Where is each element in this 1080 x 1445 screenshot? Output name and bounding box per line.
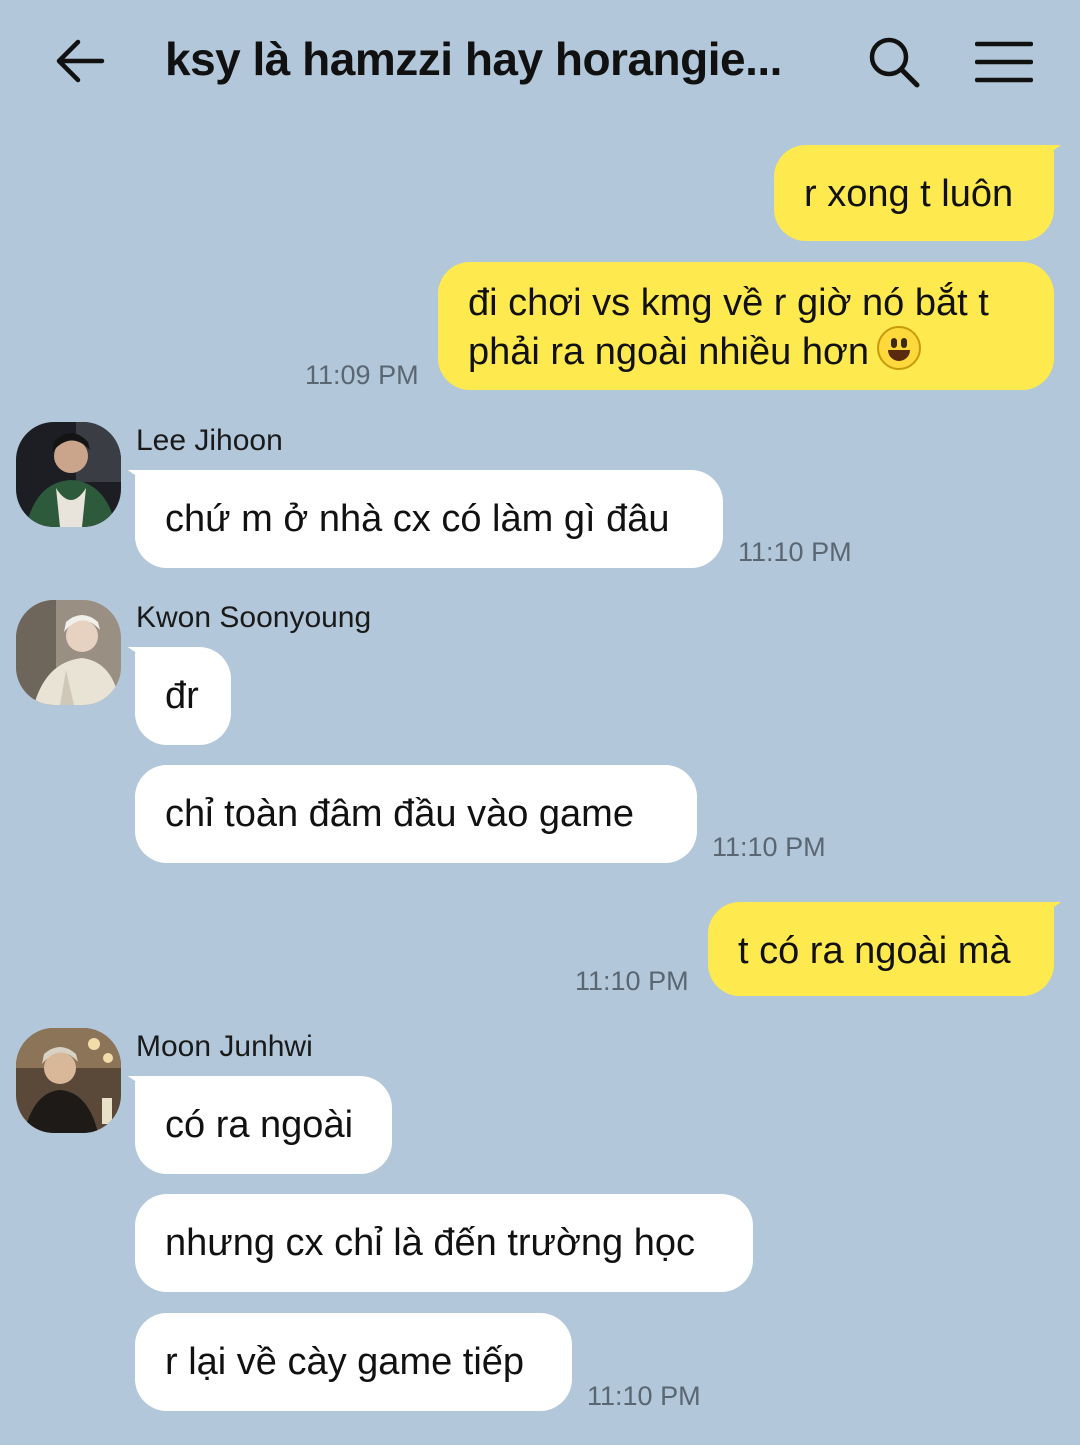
chat-header: ksy là hamzzi hay horangie... — [0, 0, 1080, 125]
message-time: 11:10 PM — [575, 966, 689, 996]
avatar-photo — [16, 1028, 121, 1133]
grinning-face-emoji-icon — [877, 326, 922, 370]
message-bubble-mine[interactable]: đi chơi vs kmg về r giờ nó bắt t phải ra… — [438, 262, 1054, 390]
arrow-left-icon[interactable] — [52, 36, 108, 86]
message-bubble-mine[interactable]: r xong t luôn — [774, 145, 1054, 241]
message-bubble-theirs[interactable]: r lại về cày game tiếp — [135, 1313, 572, 1411]
avatar-lee-jihoon[interactable] — [16, 422, 121, 527]
message-bubble-theirs[interactable]: đr — [135, 647, 231, 745]
emoji-mouth — [888, 350, 911, 361]
message-time: 11:09 PM — [305, 360, 419, 390]
message-time: 11:10 PM — [712, 832, 826, 862]
message-bubble-theirs[interactable]: có ra ngoài — [135, 1076, 392, 1174]
message-time: 11:10 PM — [738, 537, 852, 567]
hamburger-menu-icon[interactable] — [975, 40, 1033, 84]
message-line: phải ra ngoài nhiều hơn — [468, 326, 1024, 375]
message-bubble-theirs[interactable]: chỉ toàn đâm đầu vào game — [135, 765, 697, 863]
avatar-photo — [16, 422, 121, 527]
avatar-moon-junhwi[interactable] — [16, 1028, 121, 1133]
message-bubble-theirs[interactable]: chứ m ở nhà cx có làm gì đâu — [135, 470, 723, 568]
message-line-text: phải ra ngoài nhiều hơn — [468, 331, 870, 373]
message-line: đi chơi vs kmg về r giờ nó bắt t — [468, 282, 989, 324]
message-bubble-theirs[interactable]: nhưng cx chỉ là đến trường học — [135, 1194, 753, 1292]
avatar-photo — [16, 600, 121, 705]
sender-name: Moon Junhwi — [136, 1030, 313, 1063]
chat-title: ksy là hamzzi hay horangie... — [165, 33, 782, 85]
avatar-kwon-soonyoung[interactable] — [16, 600, 121, 705]
sender-name: Lee Jihoon — [136, 424, 283, 457]
message-time: 11:10 PM — [587, 1381, 701, 1411]
sender-name: Kwon Soonyoung — [136, 601, 372, 634]
search-icon[interactable] — [866, 34, 922, 90]
message-bubble-mine[interactable]: t có ra ngoài mà — [708, 902, 1054, 996]
